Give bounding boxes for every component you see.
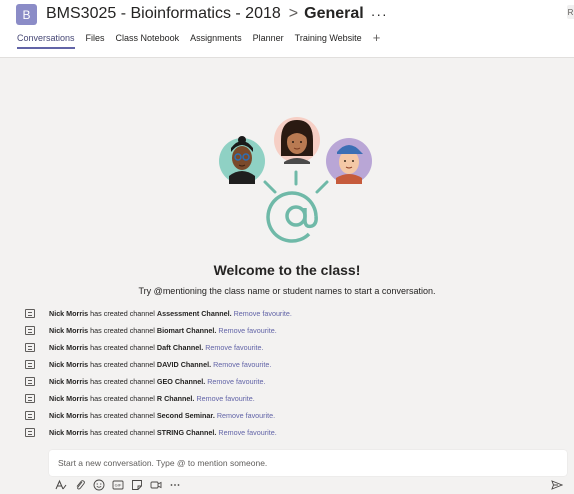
tab-training-website[interactable]: Training Website xyxy=(295,33,362,47)
user-name[interactable]: Nick Morris xyxy=(49,343,88,352)
channel-link[interactable]: Daft Channel. xyxy=(157,343,203,352)
breadcrumb: BMS3025 - Bioinformatics - 2018 > Genera… xyxy=(46,5,388,23)
compose-box[interactable]: Start a new conversation. Type @ to ment… xyxy=(49,450,567,476)
channel-event-icon xyxy=(25,326,35,335)
user-name[interactable]: Nick Morris xyxy=(49,394,88,403)
event-text: has created channel xyxy=(90,343,155,352)
student-avatar-left xyxy=(219,136,265,184)
welcome-title: Welcome to the class! xyxy=(213,262,361,278)
activity-feed: Nick Morris has created channel Assessme… xyxy=(22,305,562,441)
remove-favourite-link[interactable]: Remove favourite. xyxy=(218,428,276,437)
event-text: has created channel xyxy=(90,326,155,335)
list-item: Nick Morris has created channel Biomart … xyxy=(22,322,562,339)
user-name[interactable]: Nick Morris xyxy=(49,411,88,420)
user-name[interactable]: Nick Morris xyxy=(49,309,88,318)
channel-event-icon xyxy=(25,377,35,386)
tab-assignments[interactable]: Assignments xyxy=(190,33,242,47)
channel-event-icon xyxy=(25,394,35,403)
student-avatar-right xyxy=(326,138,372,184)
more-options-button[interactable]: ··· xyxy=(371,6,388,22)
tab-conversations[interactable]: Conversations xyxy=(17,33,75,49)
list-item: Nick Morris has created channel Assessme… xyxy=(22,305,562,322)
user-name[interactable]: Nick Morris xyxy=(49,428,88,437)
remove-favourite-link[interactable]: Remove favourite. xyxy=(234,309,292,318)
user-name[interactable]: Nick Morris xyxy=(49,360,88,369)
meet-now-icon[interactable] xyxy=(150,479,162,491)
channel-event-icon xyxy=(25,343,35,352)
team-avatar[interactable]: B xyxy=(16,4,37,25)
sticker-icon[interactable] xyxy=(131,479,143,491)
channel-link[interactable]: Second Seminar. xyxy=(157,411,215,420)
event-text: has created channel xyxy=(90,360,155,369)
channel-name: General xyxy=(304,5,364,22)
event-text: has created channel xyxy=(90,377,155,386)
remove-favourite-link[interactable]: Remove favourite. xyxy=(217,411,275,420)
breadcrumb-separator: > xyxy=(288,5,299,22)
channel-event-icon xyxy=(25,411,35,420)
team-name[interactable]: BMS3025 - Bioinformatics - 2018 xyxy=(46,5,281,23)
student-avatar-center xyxy=(274,117,320,164)
remove-favourite-link[interactable]: Remove favourite. xyxy=(196,394,254,403)
user-name[interactable]: Nick Morris xyxy=(49,377,88,386)
tab-class-notebook[interactable]: Class Notebook xyxy=(116,33,180,47)
remove-favourite-link[interactable]: Remove favourite. xyxy=(207,377,265,386)
edge-button[interactable]: R xyxy=(567,5,574,19)
channel-header: B BMS3025 - Bioinformatics - 2018 > Gene… xyxy=(0,0,574,58)
remove-favourite-link[interactable]: Remove favourite. xyxy=(213,360,271,369)
channel-link[interactable]: STRING Channel. xyxy=(157,428,217,437)
channel-event-icon xyxy=(25,309,35,318)
event-text: has created channel xyxy=(90,394,155,403)
channel-link[interactable]: GEO Channel. xyxy=(157,377,205,386)
channel-link[interactable]: Biomart Channel. xyxy=(157,326,217,335)
at-mention-icon xyxy=(266,191,318,243)
event-text: has created channel xyxy=(90,411,155,420)
list-item: Nick Morris has created channel Second S… xyxy=(22,407,562,424)
channel-event-icon xyxy=(25,428,35,437)
tab-bar: Conversations Files Class Notebook Assig… xyxy=(17,30,381,49)
tab-planner[interactable]: Planner xyxy=(253,33,284,47)
channel-event-icon xyxy=(25,360,35,369)
list-item: Nick Morris has created channel GEO Chan… xyxy=(22,373,562,390)
compose-placeholder: Start a new conversation. Type @ to ment… xyxy=(58,458,268,468)
list-item: Nick Morris has created channel R Channe… xyxy=(22,390,562,407)
list-item: Nick Morris has created channel STRING C… xyxy=(22,424,562,441)
event-text: has created channel xyxy=(90,428,155,437)
gif-icon[interactable]: GIF xyxy=(112,479,124,491)
send-icon[interactable] xyxy=(551,479,563,491)
channel-link[interactable]: DAVID Channel. xyxy=(157,360,211,369)
remove-favourite-link[interactable]: Remove favourite. xyxy=(218,326,276,335)
list-item: Nick Morris has created channel Daft Cha… xyxy=(22,339,562,356)
channel-link[interactable]: Assessment Channel. xyxy=(157,309,232,318)
remove-favourite-link[interactable]: Remove favourite. xyxy=(205,343,263,352)
emoji-icon[interactable] xyxy=(93,479,105,491)
format-icon[interactable] xyxy=(55,479,67,491)
compose-toolbar: GIF xyxy=(55,479,188,491)
more-options-icon[interactable] xyxy=(169,479,181,491)
add-tab-button[interactable]: + xyxy=(373,30,381,45)
svg-text:GIF: GIF xyxy=(115,483,122,488)
team-initial: B xyxy=(22,7,31,22)
attach-icon[interactable] xyxy=(74,479,86,491)
user-name[interactable]: Nick Morris xyxy=(49,326,88,335)
welcome-illustration xyxy=(219,117,372,243)
tab-files[interactable]: Files xyxy=(86,33,105,47)
list-item: Nick Morris has created channel DAVID Ch… xyxy=(22,356,562,373)
event-text: has created channel xyxy=(90,309,155,318)
welcome-hint: Try @mentioning the class name or studen… xyxy=(138,286,436,296)
mention-rays xyxy=(263,170,329,194)
channel-link[interactable]: R Channel. xyxy=(157,394,195,403)
